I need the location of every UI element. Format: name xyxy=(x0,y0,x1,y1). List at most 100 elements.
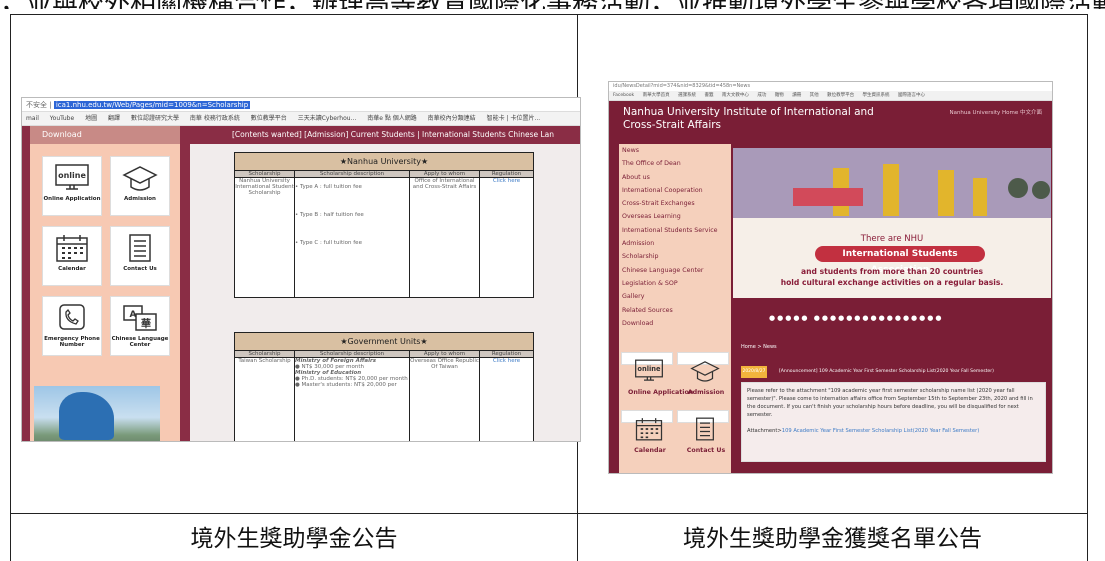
graduation-cap-icon xyxy=(689,361,720,382)
bookmark-item[interactable]: 智能卡 | 卡位置片... xyxy=(487,115,541,122)
bookmark-item[interactable]: YouTube xyxy=(50,115,74,122)
menu-item-news[interactable]: News xyxy=(619,144,731,157)
top-nav[interactable]: [Contents wanted] [Admission] Current St… xyxy=(232,126,580,144)
side-menu: News The Office of Dean About us Interna… xyxy=(619,144,731,473)
scholarship-description: Ministry of Foreign Affairs ● NT$ 30,000… xyxy=(294,357,410,441)
contact-us-button[interactable]: Contact Us xyxy=(110,226,170,286)
figure-table: 不安全 | ica1.nhu.edu.tw/Web/Pages/mid=1009… xyxy=(10,14,1088,561)
bookmark-item[interactable]: 學生資訊系統 xyxy=(863,93,890,98)
bookmark-item[interactable]: 南華大學首頁 xyxy=(643,93,670,98)
bookmark-item[interactable]: 數位教學平台 xyxy=(251,115,287,122)
bookmark-item[interactable]: Facebook xyxy=(613,93,634,98)
bookmarks-bar: mail YouTube 地圖 翻譯 數位認證研究大學 南華 校務行政系統 數位… xyxy=(22,112,580,126)
description-item: ● Master's students: NT$ 20,000 per xyxy=(295,382,397,388)
bookmark-item[interactable]: 三天未讀Cyberhou... xyxy=(298,115,357,122)
menu-item-admission[interactable]: Admission xyxy=(619,237,731,250)
icon-label: Chinese Language Center xyxy=(111,336,169,348)
bookmark-item[interactable]: 讀冊 xyxy=(792,93,801,98)
column-header: Apply to whom xyxy=(409,170,480,178)
left-figure: 不安全 | ica1.nhu.edu.tw/Web/Pages/mid=1009… xyxy=(11,15,581,513)
bookmark-item[interactable]: 國際語言中心 xyxy=(898,93,925,98)
address-bar[interactable]: 不安全 | ica1.nhu.edu.tw/Web/Pages/mid=1009… xyxy=(22,98,580,112)
menu-item-overseas-learning[interactable]: Overseas Learning xyxy=(619,210,731,223)
right-figure-cell: idu/NewsDetail?mid=374&nid=8329&tid=458n… xyxy=(577,14,1088,514)
icon-label: Calendar xyxy=(634,447,666,454)
contact-us-button[interactable]: Contact Us xyxy=(677,410,729,454)
calendar-button[interactable]: Calendar xyxy=(42,226,102,286)
menu-item-international-students-service[interactable]: International Students Service xyxy=(619,224,731,237)
online-application-button[interactable]: online Online Application xyxy=(621,352,693,396)
bookmark-item[interactable]: 翻譯 xyxy=(108,115,120,122)
bookmark-item[interactable]: 成功 xyxy=(757,93,766,98)
bookmark-item[interactable]: 選課系統 xyxy=(678,93,696,98)
menu-item-download[interactable]: Download xyxy=(619,317,731,330)
column-header: Apply to whom xyxy=(409,350,480,358)
site-title-line: Cross-Strait Affairs xyxy=(623,119,722,131)
menu-item-about-us[interactable]: About us xyxy=(619,171,731,184)
emergency-phone-button[interactable]: Emergency Phone Number xyxy=(42,296,102,356)
sidebar-heading[interactable]: Download xyxy=(30,126,180,144)
bookmark-item[interactable]: 南大文教中心 xyxy=(722,93,749,98)
announcement-title[interactable]: [Announcement] 109 Academic Year First S… xyxy=(779,366,994,378)
svg-text:online: online xyxy=(637,365,661,373)
bookmark-item[interactable]: 書籤 xyxy=(704,93,713,98)
calendar-icon xyxy=(56,235,88,262)
online-application-button[interactable]: online Online Application xyxy=(42,156,102,216)
carousel-dots[interactable]: ●●●●● ●●●●●●●●●●●●●●●● xyxy=(769,314,944,322)
chinese-language-center-button[interactable]: A華 Chinese Language Center xyxy=(110,296,170,356)
menu-item-cross-strait-exchanges[interactable]: Cross-Strait Exchanges xyxy=(619,197,731,210)
right-caption: 境外生獎助學金獲獎名單公告 xyxy=(577,513,1088,561)
bookmark-item[interactable]: 南華e 點 個人網路 xyxy=(367,115,417,122)
regulation-link[interactable]: Click here xyxy=(479,357,534,441)
site-header-links[interactable]: Nanhua University Home 中文介面 xyxy=(949,108,1042,116)
site-title-line: Nanhua University Institute of Internati… xyxy=(623,106,874,118)
table-title: ★Government Units★ xyxy=(234,332,534,351)
address-bar[interactable]: idu/NewsDetail?mid=374&nid=8329&tid=458n… xyxy=(609,82,1052,91)
menu-item-gallery[interactable]: Gallery xyxy=(619,290,731,303)
apply-to: Office of International and Cross-Strait… xyxy=(409,177,480,298)
menu-item-legislation-sop[interactable]: Legislation & SOP xyxy=(619,277,731,290)
column-header: Scholarship xyxy=(234,350,295,358)
icon-label: Calendar xyxy=(58,266,86,272)
menu-item-related-sources[interactable]: Related Sources xyxy=(619,304,731,317)
menu-item-chinese-language-center[interactable]: Chinese Language Center xyxy=(619,264,731,277)
attachment-link[interactable]: 109 Academic Year First Semester Scholar… xyxy=(782,428,980,434)
bookmark-item[interactable]: mail xyxy=(26,115,39,122)
bookmarks-bar: Facebook 南華大學首頁 選課系統 書籤 南大文教中心 成功 雜物 讀冊 … xyxy=(609,91,1052,101)
bookmark-item[interactable]: 數位認證研究大學 xyxy=(131,115,179,122)
menu-item-international-cooperation[interactable]: International Cooperation xyxy=(619,184,731,197)
scholarship-content: ★Nanhua University★ Scholarship Scholars… xyxy=(190,144,580,441)
menu-item-office-of-dean[interactable]: The Office of Dean xyxy=(619,157,731,170)
menu-item-scholarship[interactable]: Scholarship xyxy=(619,250,731,263)
bookmark-item[interactable]: 南華 校務行政系統 xyxy=(190,115,240,122)
ceremony-photo xyxy=(733,148,1051,220)
bookmark-item[interactable]: 地圖 xyxy=(85,115,97,122)
breadcrumb[interactable]: Home > News xyxy=(741,344,777,350)
icon-label: Emergency Phone Number xyxy=(44,336,100,348)
government-scholarship-table: ★Government Units★ Scholarship Scholarsh… xyxy=(234,332,534,441)
regulation-link[interactable]: Click here xyxy=(479,177,534,298)
contact-list-icon xyxy=(695,417,714,441)
calendar-button[interactable]: Calendar xyxy=(621,410,673,454)
site-title: Nanhua University Institute of Internati… xyxy=(623,106,874,132)
bookmark-item[interactable]: 雜物 xyxy=(775,93,784,98)
banner-pill: International Students Association xyxy=(815,246,985,275)
icon-label: Admission xyxy=(687,389,725,396)
bookmark-item[interactable]: 南華校內分類連結 xyxy=(428,115,476,122)
bookmark-item[interactable]: 其他 xyxy=(810,93,819,98)
apply-to: Overseas Office Republic Of Taiwan xyxy=(409,357,480,441)
online-application-icon: online xyxy=(634,359,663,381)
svg-text:online: online xyxy=(58,171,86,180)
banner-line3: hold cultural exchange activities on a r… xyxy=(780,278,1004,287)
banner-image: There are NHU International Students Ass… xyxy=(733,148,1051,298)
admission-button[interactable]: Admission xyxy=(677,352,729,396)
banner-line1: There are NHU xyxy=(860,234,924,244)
banner-subtext: and students from more than 20 countries… xyxy=(733,266,1051,288)
scholarship-name: Taiwan Scholarship xyxy=(234,357,295,441)
bookmark-item[interactable]: 數位教學平台 xyxy=(827,93,854,98)
column-header: Scholarship description xyxy=(294,170,410,178)
graduation-cap-icon xyxy=(122,166,158,191)
admission-button[interactable]: Admission xyxy=(110,156,170,216)
icon-label: Contact Us xyxy=(123,266,157,272)
announcement-date: 2020/8/27 xyxy=(741,366,767,378)
